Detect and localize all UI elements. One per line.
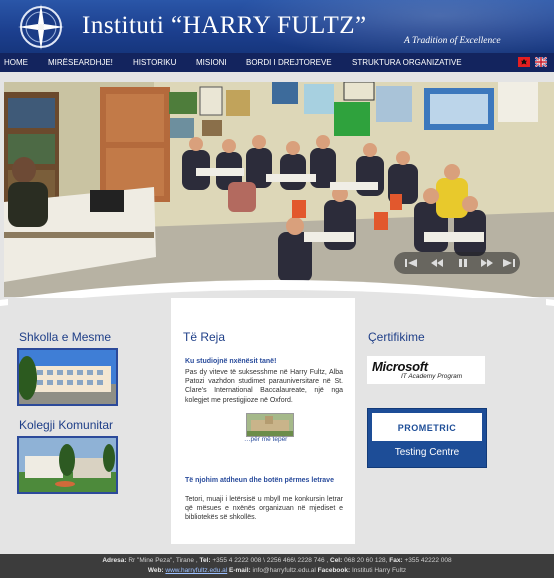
nav-item-bordi[interactable]: BORDI I DREJTOREVE	[246, 53, 332, 72]
footer-address: Rr "Mine Peza", Tirane ,	[128, 557, 198, 564]
footer-facebook-label: Facebook:	[317, 567, 351, 574]
it-academy-label: IT Academy Program	[401, 373, 463, 380]
footer-web-link[interactable]: www.harryfultz.edu.al	[165, 567, 227, 574]
news-thumbnail[interactable]	[246, 413, 294, 437]
pause-icon[interactable]	[456, 257, 470, 269]
news-body-2: Tetori, muaji i letërsisë u mbyll me kon…	[185, 496, 343, 522]
footer-web-label: Web:	[147, 567, 164, 574]
footer-web-line: Web: www.harryfultz.edu.al E-mail: info@…	[0, 567, 554, 574]
news-title: Të Reja	[183, 330, 226, 344]
last-slide-icon[interactable]	[502, 257, 516, 269]
footer: Adresa: Rr "Mine Peza", Tirane , Tel: +3…	[0, 554, 554, 578]
read-more-link[interactable]: …për më tepër	[244, 436, 287, 443]
certifications-title: Çertifikime	[368, 330, 425, 344]
footer-tel: +355 4 2222 008 \ 2256 466\ 2228 746 ,	[212, 557, 329, 564]
footer-cel: 068 20 60 128,	[344, 557, 388, 564]
footer-email-label: E-mail:	[229, 567, 251, 574]
footer-fax-label: Fax:	[389, 557, 403, 564]
site-title: Instituti “HARRY FULTZ”	[82, 12, 367, 39]
oxford-college-photo	[247, 414, 293, 436]
left-column: Shkolla e Mesme Kolegji Komunitar	[8, 298, 166, 544]
section-title-high-school: Shkolla e Mesme	[19, 330, 112, 344]
community-college-thumbnail[interactable]	[17, 436, 118, 494]
nav-item-home[interactable]: HOME	[4, 53, 28, 72]
community-college-photo	[19, 438, 116, 492]
testing-centre-label: Testing Centre	[394, 447, 460, 458]
prometric-logo-box: PROMETRIC	[372, 413, 482, 441]
microsoft-logo-text: Microsoft	[372, 359, 428, 374]
section-title-community-college: Kolegji Komunitar	[19, 418, 114, 432]
microsoft-it-academy-badge[interactable]: Microsoft IT Academy Program	[367, 356, 485, 384]
page: Instituti “HARRY FULTZ” A Tradition of E…	[0, 0, 554, 578]
footer-contact-line: Adresa: Rr "Mine Peza", Tirane , Tel: +3…	[0, 557, 554, 564]
high-school-thumbnail[interactable]	[17, 348, 118, 406]
footer-tel-label: Tel:	[199, 557, 211, 564]
site-tagline: A Tradition of Excellence	[404, 36, 501, 46]
first-slide-icon[interactable]	[404, 257, 418, 269]
prometric-logo-text: PROMETRIC	[397, 423, 457, 433]
main-nav: HOME MIRËSEARDHJE! HISTORIKU MISIONI BOR…	[0, 53, 554, 72]
fast-forward-icon[interactable]	[480, 257, 494, 269]
footer-cel-label: Cel:	[330, 557, 343, 564]
news-body-1: Pas dy viteve të suksesshme në Harry Ful…	[185, 369, 343, 404]
nav-item-mireseardhje[interactable]: MIRËSEARDHJE!	[48, 53, 113, 72]
footer-address-label: Adresa:	[102, 557, 127, 564]
certifications-column: Çertifikime Microsoft IT Academy Program…	[356, 298, 546, 544]
albanian-flag-icon[interactable]	[518, 57, 530, 67]
high-school-photo	[19, 350, 116, 404]
footer-fax: +355 42222 008	[404, 557, 452, 564]
news-headline-2[interactable]: Të njohim atdheun dhe botën përmes letra…	[185, 476, 343, 485]
rewind-icon[interactable]	[430, 257, 444, 269]
prometric-testing-centre-badge[interactable]: PROMETRIC Testing Centre	[367, 408, 487, 468]
header-banner: Instituti “HARRY FULTZ” A Tradition of E…	[0, 0, 554, 53]
news-headline-1[interactable]: Ku studiojnë nxënësit tanë!	[185, 358, 276, 365]
nav-item-struktura[interactable]: STRUKTURA ORGANIZATIVE	[352, 53, 462, 72]
news-column: Të Reja Ku studiojnë nxënësit tanë! Pas …	[171, 298, 355, 544]
school-logo-icon[interactable]	[14, 2, 69, 52]
nav-item-historiku[interactable]: HISTORIKU	[133, 53, 176, 72]
footer-facebook[interactable]: Instituti Harry Fultz	[352, 567, 406, 574]
footer-email[interactable]: info@harryfultz.edu.al	[253, 567, 316, 574]
uk-flag-icon[interactable]	[535, 57, 547, 67]
nav-item-misioni[interactable]: MISIONI	[196, 53, 227, 72]
